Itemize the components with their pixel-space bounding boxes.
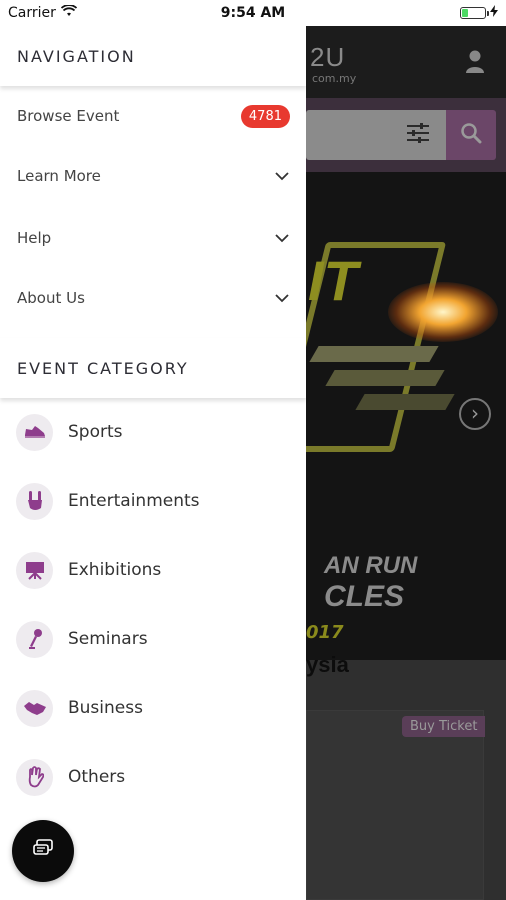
banner-text: AN RUN <box>324 552 418 579</box>
banner-art-stripe <box>309 346 439 362</box>
app-logo-sub: com.my <box>312 72 357 85</box>
event-card[interactable] <box>306 710 484 900</box>
nav-item-help[interactable]: Help <box>0 208 306 268</box>
category-label: Exhibitions <box>68 560 162 580</box>
charging-icon <box>490 5 498 21</box>
chevron-down-icon <box>274 230 290 246</box>
nav-item-browse-event[interactable]: Browse Event 4781 <box>0 86 306 146</box>
navigation-title: NAVIGATION <box>17 46 136 66</box>
battery-icon <box>460 7 489 19</box>
banner-art-stripe <box>355 394 455 410</box>
status-left: Carrier <box>8 4 78 21</box>
banner-art-letters: IT <box>308 249 358 312</box>
rock-hand-icon <box>16 482 53 520</box>
event-category-header: EVENT CATEGORY <box>0 338 306 398</box>
chevron-down-icon <box>274 290 290 306</box>
category-business[interactable]: Business <box>0 674 306 742</box>
easel-icon <box>16 551 53 589</box>
buy-ticket-button[interactable]: Buy Ticket <box>402 716 486 737</box>
battery-indicator <box>460 5 498 21</box>
banner-next-arrow[interactable]: › <box>459 398 491 430</box>
handshake-icon <box>16 689 53 727</box>
nav-item-label: Help <box>17 229 52 247</box>
nav-item-label: About Us <box>17 289 85 307</box>
chat-button[interactable] <box>12 820 74 882</box>
chat-bubble-icon <box>32 839 54 863</box>
search-icon <box>460 122 482 148</box>
nav-item-learn-more[interactable]: Learn More <box>0 146 306 206</box>
category-label: Sports <box>68 422 123 442</box>
carrier-label: Carrier <box>8 5 56 21</box>
nav-item-about-us[interactable]: About Us <box>0 268 306 328</box>
category-label: Entertainments <box>68 491 200 511</box>
microphone-icon <box>16 620 53 658</box>
event-banner[interactable]: IT › AN RUN CLES 017 <box>300 172 506 660</box>
category-entertainments[interactable]: Entertainments <box>0 467 306 535</box>
category-label: Business <box>68 698 143 718</box>
banner-year: 017 <box>306 622 344 643</box>
nav-item-label: Browse Event <box>17 107 120 125</box>
sliders-icon <box>406 122 430 148</box>
category-label: Others <box>68 767 126 787</box>
status-bar: Carrier 9:54 AM <box>0 0 506 26</box>
chevron-down-icon <box>274 168 290 184</box>
banner-light-flare <box>388 282 498 342</box>
navigation-drawer: NAVIGATION Browse Event 4781 Learn More … <box>0 26 306 900</box>
shoe-icon <box>16 413 53 451</box>
category-others[interactable]: Others <box>0 743 306 811</box>
section-heading: ysia <box>306 652 349 677</box>
event-count-badge: 4781 <box>240 104 290 128</box>
category-seminars[interactable]: Seminars <box>0 605 306 673</box>
filter-button[interactable] <box>390 110 446 160</box>
hand-icon <box>16 758 53 796</box>
event-category-title: EVENT CATEGORY <box>17 358 189 378</box>
category-label: Seminars <box>68 629 148 649</box>
search-button[interactable] <box>446 110 496 160</box>
nav-item-label: Learn More <box>17 167 101 185</box>
category-sports[interactable]: Sports <box>0 398 306 466</box>
search-input[interactable] <box>306 110 390 160</box>
category-exhibitions[interactable]: Exhibitions <box>0 536 306 604</box>
banner-art-stripe <box>325 370 445 386</box>
app-logo: 2U <box>310 42 346 72</box>
wifi-icon <box>60 4 78 21</box>
navigation-header: NAVIGATION <box>0 26 306 86</box>
user-icon[interactable] <box>464 50 486 74</box>
battery-fill <box>462 9 468 17</box>
banner-text: CLES <box>324 580 405 613</box>
clock: 9:54 AM <box>220 5 286 21</box>
